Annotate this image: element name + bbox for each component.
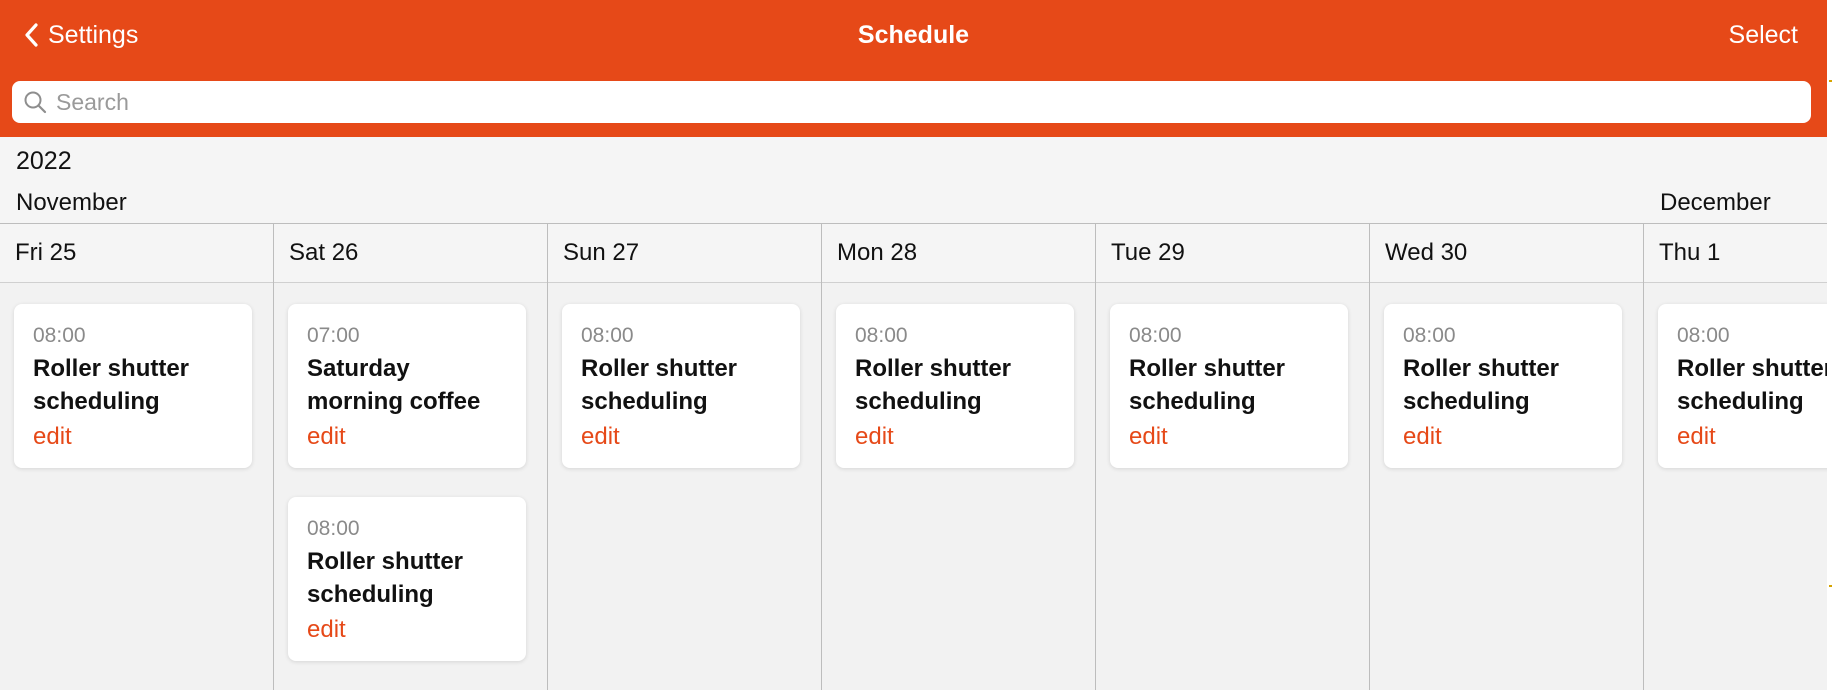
day-column-tue-29: Tue 29 08:00 Roller shutter scheduling e… (1096, 224, 1370, 690)
schedule-app: Settings Schedule Select 2022 November D… (0, 0, 1827, 690)
event-time: 08:00 (855, 324, 908, 347)
day-header: Wed 30 (1370, 224, 1643, 283)
day-column-sun-27: Sun 27 08:00 Roller shutter scheduling e… (548, 224, 822, 690)
month-label-december: December (1660, 189, 1771, 216)
event-title: Saturday morning coffee (307, 355, 481, 415)
event-card[interactable]: 08:00 Roller shutter scheduling edit (1658, 304, 1827, 468)
event-time: 08:00 (307, 517, 360, 540)
day-header: Thu 1 (1644, 224, 1827, 283)
search-icon (24, 91, 47, 114)
day-header: Tue 29 (1096, 224, 1369, 283)
event-time: 07:00 (307, 324, 360, 347)
day-column-fri-25: Fri 25 08:00 Roller shutter scheduling e… (0, 224, 274, 690)
event-card[interactable]: 07:00 Saturday morning coffee edit (288, 304, 526, 468)
event-time: 08:00 (1129, 324, 1182, 347)
edit-link[interactable]: edit (581, 420, 800, 453)
year-label: 2022 (16, 147, 72, 175)
event-time: 08:00 (1403, 324, 1456, 347)
page-title: Schedule (857, 21, 970, 49)
day-header: Mon 28 (822, 224, 1095, 283)
week-view: Fri 25 08:00 Roller shutter scheduling e… (0, 223, 1827, 690)
month-label-november: November (16, 189, 127, 216)
event-title: Roller shutter scheduling (1403, 355, 1560, 415)
event-title: Roller shutter scheduling (855, 355, 1012, 415)
day-column-sat-26: Sat 26 07:00 Saturday morning coffee edi… (274, 224, 548, 690)
select-button[interactable]: Select (1729, 14, 1798, 56)
edit-link[interactable]: edit (33, 420, 252, 453)
edit-link[interactable]: edit (307, 613, 526, 646)
event-card[interactable]: 08:00 Roller shutter scheduling edit (1384, 304, 1622, 468)
edit-link[interactable]: edit (1403, 420, 1622, 453)
day-column-thu-1: Thu 1 08:00 Roller shutter scheduling ed… (1644, 224, 1827, 690)
edit-link[interactable]: edit (1129, 420, 1348, 453)
edit-link[interactable]: edit (855, 420, 1074, 453)
day-column-mon-28: Mon 28 08:00 Roller shutter scheduling e… (822, 224, 1096, 690)
day-column-wed-30: Wed 30 08:00 Roller shutter scheduling e… (1370, 224, 1644, 690)
day-header: Sun 27 (548, 224, 821, 283)
event-title: Roller shutter scheduling (33, 355, 190, 415)
day-header: Sat 26 (274, 224, 547, 283)
edit-link[interactable]: edit (1677, 420, 1827, 453)
event-time: 08:00 (1677, 324, 1730, 347)
event-title: Roller shutter scheduling (1677, 355, 1827, 415)
search-input[interactable] (56, 81, 1811, 123)
event-title: Roller shutter scheduling (307, 548, 464, 608)
edit-link[interactable]: edit (307, 420, 526, 453)
search-bar[interactable] (12, 81, 1811, 123)
event-card[interactable]: 08:00 Roller shutter scheduling edit (288, 497, 526, 661)
event-time: 08:00 (33, 324, 86, 347)
event-title: Roller shutter scheduling (1129, 355, 1286, 415)
event-card[interactable]: 08:00 Roller shutter scheduling edit (836, 304, 1074, 468)
day-header: Fri 25 (0, 224, 273, 283)
event-title: Roller shutter scheduling (581, 355, 738, 415)
event-card[interactable]: 08:00 Roller shutter scheduling edit (14, 304, 252, 468)
event-card[interactable]: 08:00 Roller shutter scheduling edit (562, 304, 800, 468)
period-header: 2022 November December (0, 137, 1827, 224)
event-time: 08:00 (581, 324, 634, 347)
navigation-bar: Settings Schedule Select (0, 0, 1827, 137)
event-card[interactable]: 08:00 Roller shutter scheduling edit (1110, 304, 1348, 468)
